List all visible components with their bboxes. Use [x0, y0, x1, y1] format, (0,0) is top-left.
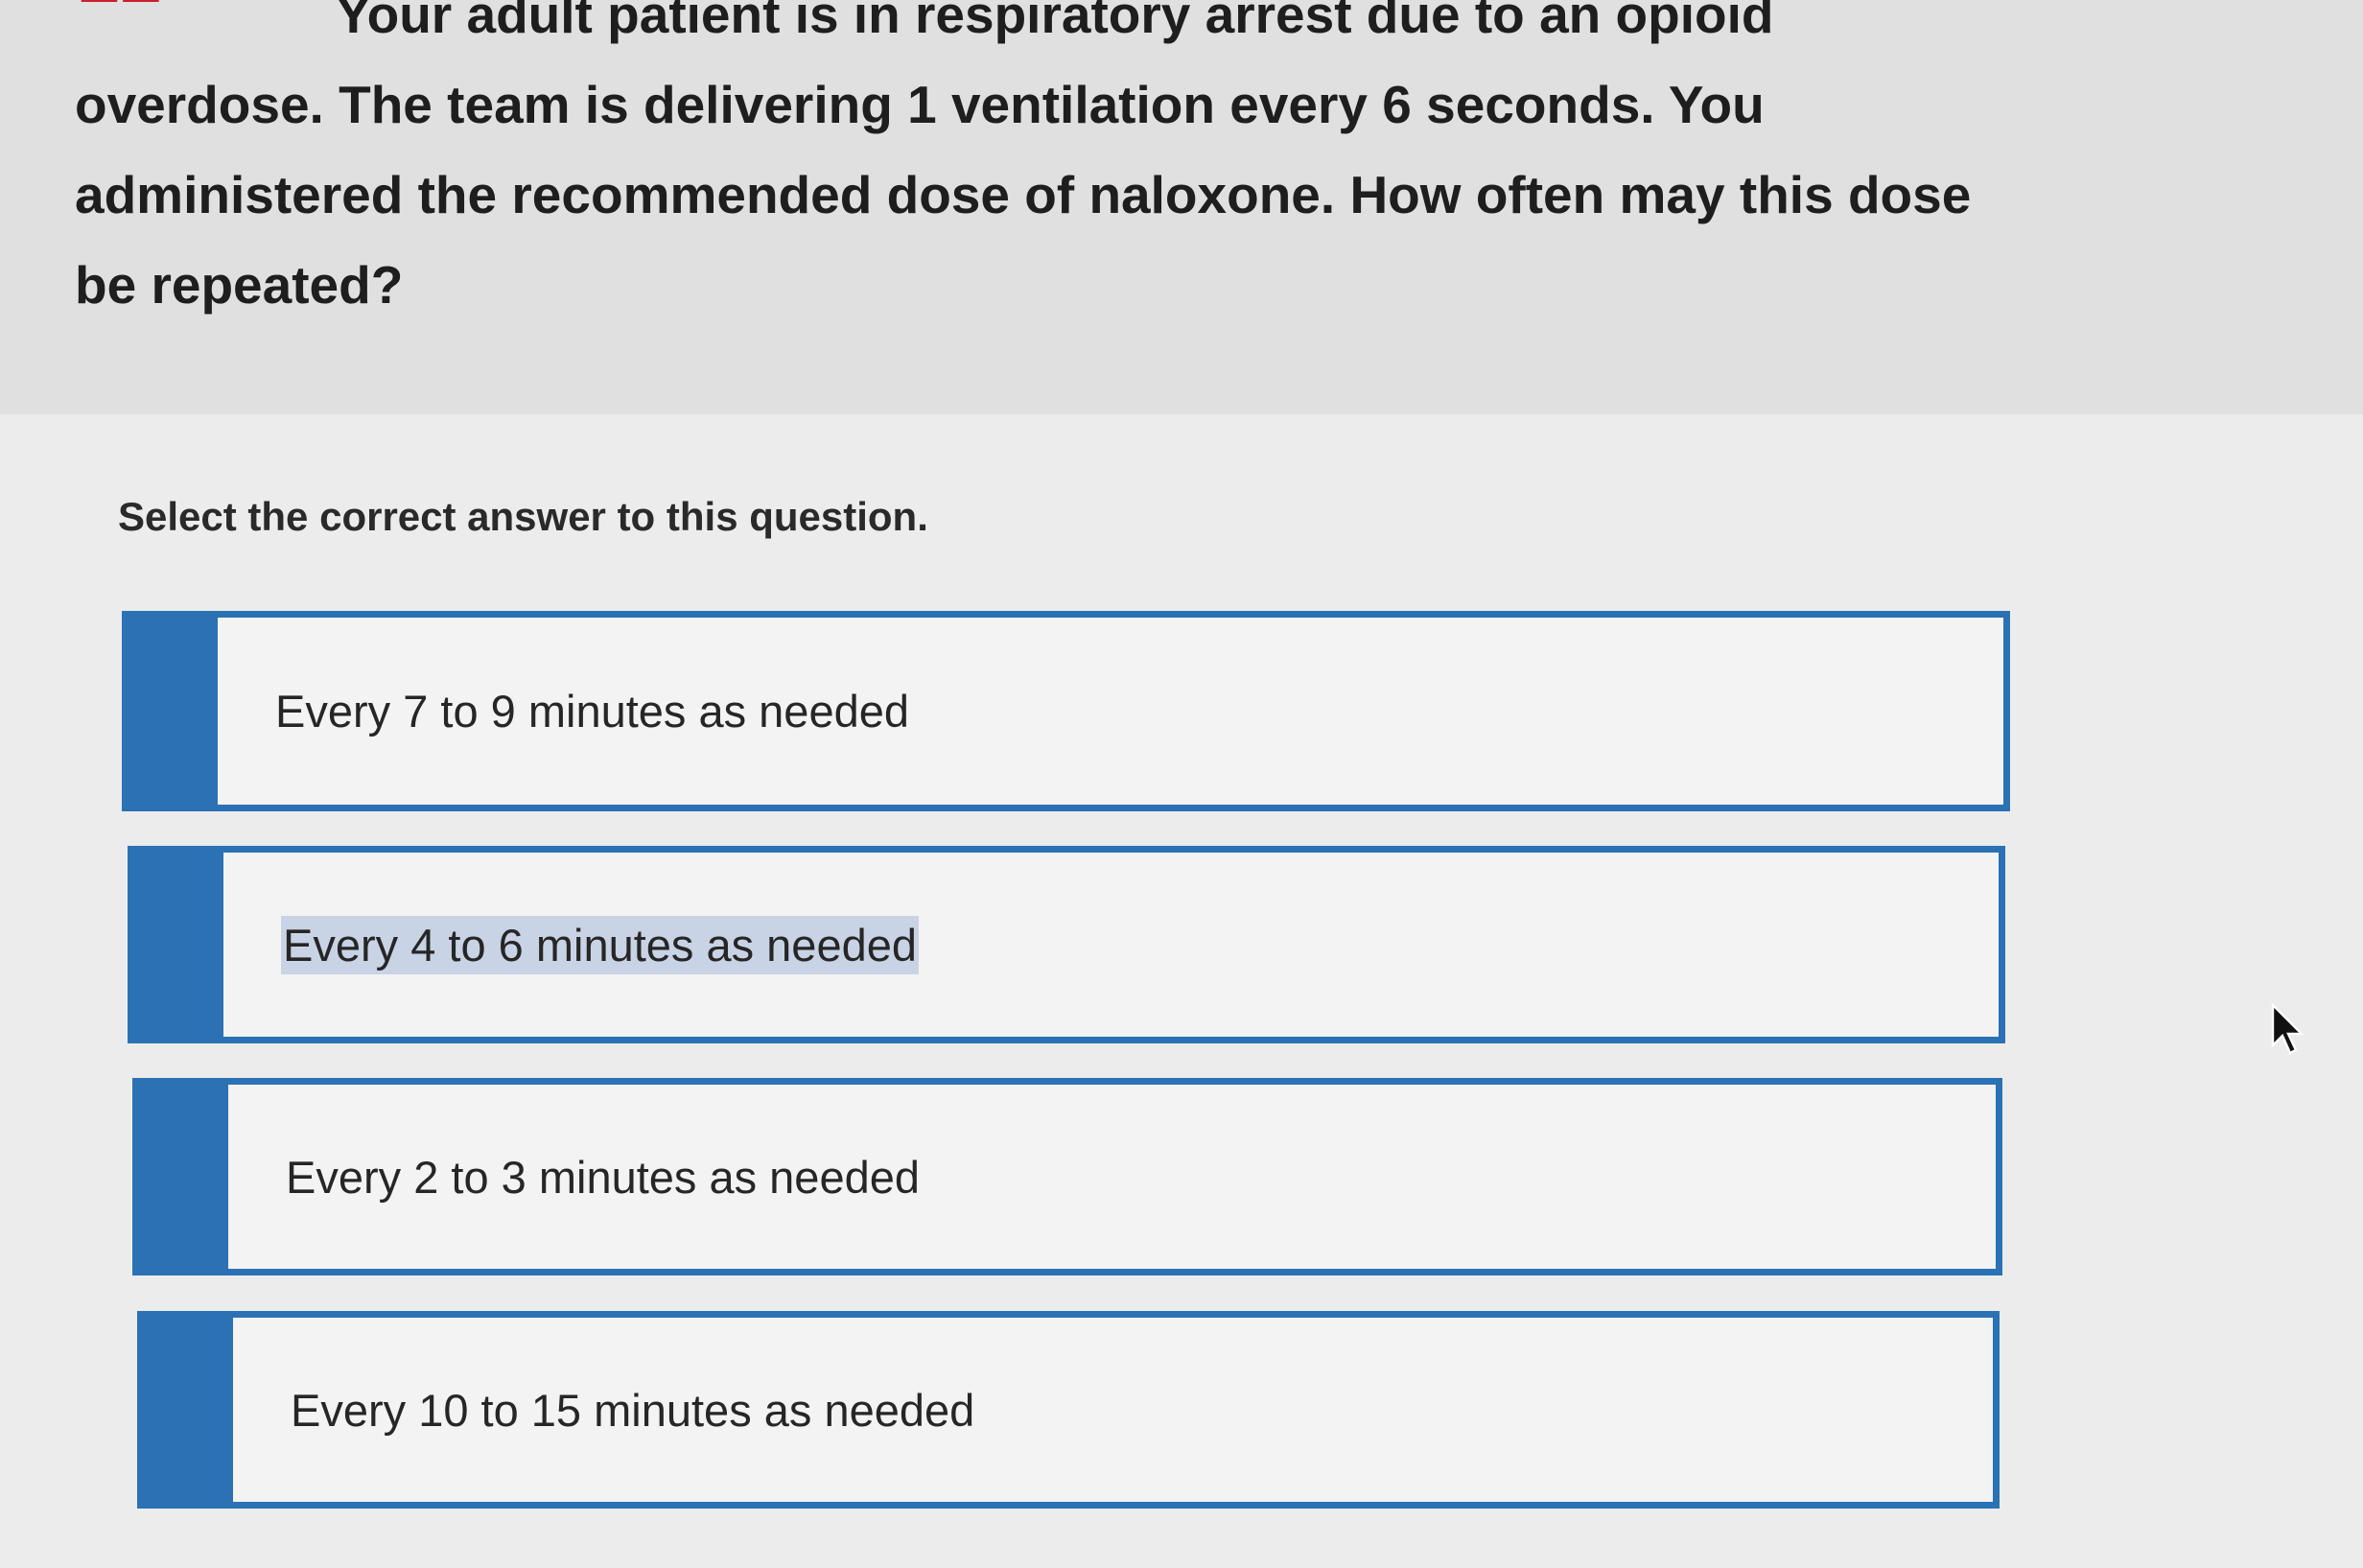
question-text: Your adult patient is in respiratory arr…: [75, 0, 1972, 315]
answer-option-4[interactable]: Every 10 to 15 minutes as needed: [137, 1311, 2000, 1509]
answer-option-label: Every 7 to 9 minutes as needed: [275, 686, 910, 737]
answer-option-3[interactable]: Every 2 to 3 minutes as needed: [132, 1078, 2002, 1275]
answer-option-2[interactable]: Every 4 to 6 minutes as needed: [128, 846, 2005, 1043]
mouse-pointer-icon: [2271, 1003, 2305, 1055]
answer-option-label: Every 4 to 6 minutes as needed: [223, 915, 920, 974]
text-selection-highlight: Every 4 to 6 minutes as needed: [281, 915, 920, 974]
instruction-text: Select the correct answer to this questi…: [118, 494, 928, 539]
answer-option-label: Every 10 to 15 minutes as needed: [291, 1384, 975, 1436]
answer-option-1[interactable]: Every 7 to 9 minutes as needed: [122, 611, 2010, 811]
answer-option-label: Every 2 to 3 minutes as needed: [286, 1151, 921, 1203]
question-header: 22 Your adult patient is in respiratory …: [0, 0, 2363, 414]
